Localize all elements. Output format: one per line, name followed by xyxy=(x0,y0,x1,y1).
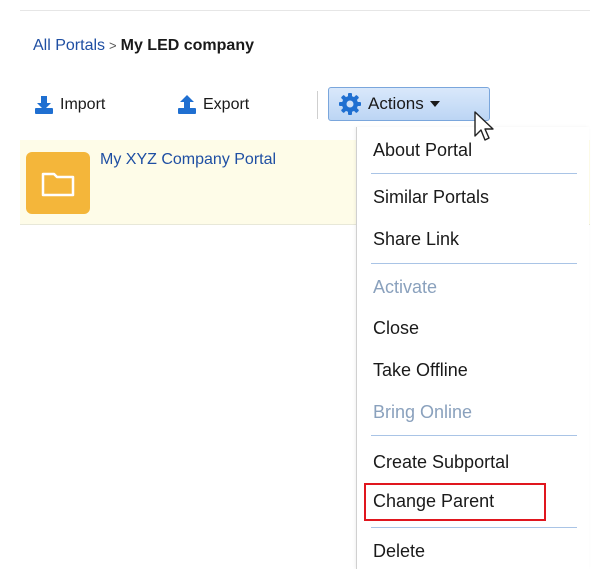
mouse-pointer-icon xyxy=(474,111,494,141)
breadcrumb-all-portals-link[interactable]: All Portals xyxy=(33,37,105,54)
export-button[interactable]: Export xyxy=(176,91,249,119)
menu-item-similar-portals[interactable]: Similar Portals xyxy=(373,187,489,208)
gear-icon xyxy=(339,93,361,115)
top-divider xyxy=(20,10,590,11)
portal-folder-tile[interactable] xyxy=(26,152,90,214)
breadcrumb: All Portals > My LED company xyxy=(33,37,254,55)
menu-item-share-link[interactable]: Share Link xyxy=(373,229,459,250)
menu-item-close[interactable]: Close xyxy=(373,318,419,339)
breadcrumb-current: My LED company xyxy=(120,37,254,54)
menu-separator xyxy=(371,527,577,528)
breadcrumb-separator: > xyxy=(109,38,117,53)
export-icon xyxy=(178,95,196,114)
portal-name-link[interactable]: My XYZ Company Portal xyxy=(100,151,340,169)
actions-menu-button[interactable]: Actions xyxy=(328,87,490,121)
menu-separator xyxy=(371,263,577,264)
chevron-down-icon xyxy=(429,101,440,107)
menu-item-activate: Activate xyxy=(373,277,438,297)
toolbar-divider xyxy=(317,91,318,119)
menu-item-about-portal[interactable]: About Portal xyxy=(373,140,472,161)
menu-item-create-subportal[interactable]: Create Subportal xyxy=(373,452,509,473)
menu-item-delete[interactable]: Delete xyxy=(373,541,425,562)
actions-label: Actions xyxy=(368,94,424,113)
export-label: Export xyxy=(203,96,250,113)
folder-icon xyxy=(41,172,75,197)
actions-dropdown-menu: About Portal Similar Portals Share Link … xyxy=(356,127,589,569)
menu-separator xyxy=(371,435,577,436)
menu-item-change-parent[interactable]: Change Parent xyxy=(373,491,494,512)
import-icon xyxy=(35,96,53,114)
import-button[interactable]: Import xyxy=(33,91,105,119)
import-label: Import xyxy=(60,96,106,113)
menu-item-take-offline[interactable]: Take Offline xyxy=(373,360,468,381)
menu-separator xyxy=(371,173,577,174)
toolbar: Import Export Actions xyxy=(33,87,503,123)
menu-item-bring-online: Bring Online xyxy=(373,402,473,422)
